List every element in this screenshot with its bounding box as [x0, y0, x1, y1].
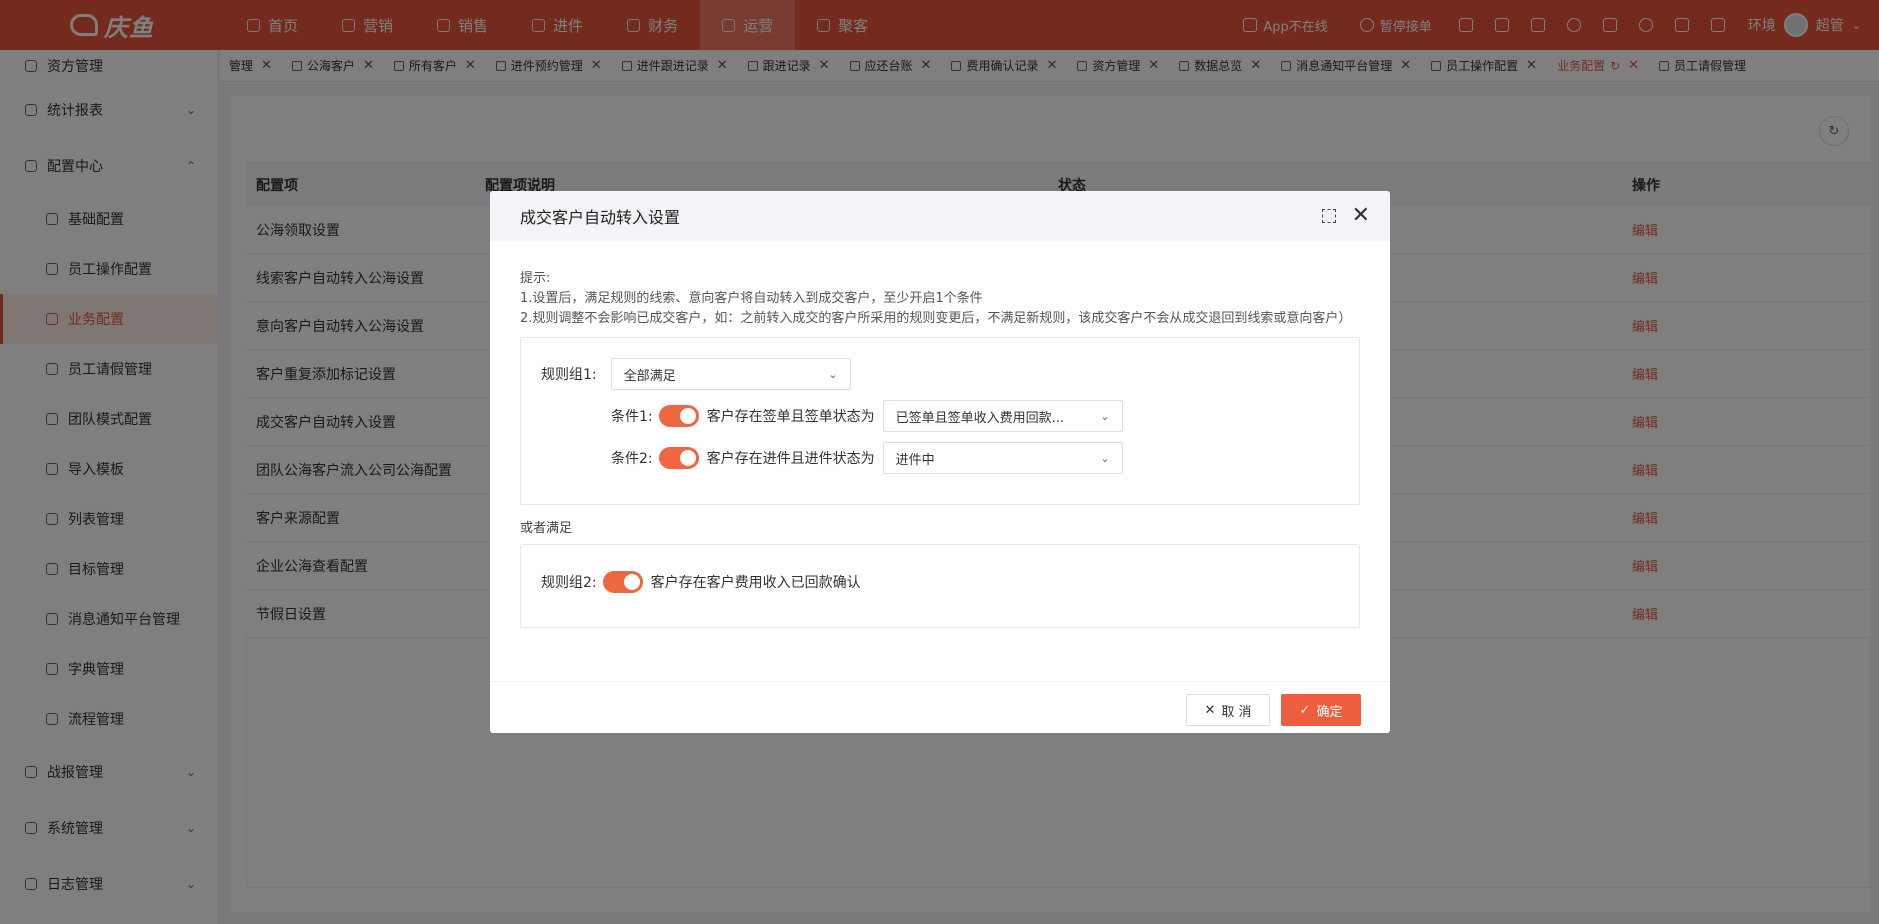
- confirm-button[interactable]: ✓ 确定: [1281, 694, 1361, 726]
- condition-2-toggle[interactable]: [658, 447, 699, 469]
- rule-group-1-row: 规则组1: 全部满足 ⌄: [541, 358, 851, 390]
- hint-block: 提示: 1.设置后，满足规则的线索、意向客户将自动转入到成交客户，至少开启1个条…: [520, 269, 1360, 329]
- close-icon: ✕: [1204, 702, 1216, 718]
- dialog-header: 成交客户自动转入设置 ✕: [490, 191, 1390, 241]
- chevron-down-icon: ⌄: [1100, 451, 1110, 465]
- dialog-title: 成交客户自动转入设置: [520, 208, 681, 227]
- hint-text: 1.设置后，满足规则的线索、意向客户将自动转入到成交客户，至少开启1个条件: [520, 291, 983, 306]
- condition-text: 客户存在进件且进件状态为: [706, 451, 875, 467]
- rule-group-2-row: 规则组2: 客户存在客户费用收入已回款确认: [541, 571, 861, 593]
- condition-1-toggle[interactable]: [658, 405, 699, 427]
- dialog-tools: ✕: [1321, 191, 1370, 241]
- condition-text: 客户存在签单且签单状态为: [706, 409, 875, 425]
- condition-label: 条件1:: [611, 409, 653, 425]
- application-status-select[interactable]: 进件中 ⌄: [882, 442, 1123, 474]
- rule-group-2: 规则组2: 客户存在客户费用收入已回款确认: [520, 544, 1360, 628]
- or-label: 或者满足: [520, 521, 573, 536]
- rule-group-1: 规则组1: 全部满足 ⌄ 条件1: 客户存在签单且签单状态为 已签单且签单收入费…: [520, 337, 1360, 505]
- chevron-down-icon: ⌄: [1100, 409, 1110, 423]
- select-value: 已签单且签单收入费用回款...: [895, 410, 1065, 426]
- condition-text: 客户存在客户费用收入已回款确认: [650, 575, 861, 591]
- condition-label: 条件2:: [611, 451, 653, 467]
- chevron-down-icon: ⌄: [828, 367, 838, 381]
- hint-title: 提示:: [520, 271, 551, 286]
- cancel-label: 取 消: [1221, 704, 1252, 720]
- fullscreen-icon[interactable]: [1321, 209, 1336, 223]
- dialog-footer: ✕ 取 消 ✓ 确定: [490, 681, 1390, 733]
- auto-transfer-dialog: 成交客户自动转入设置 ✕ 提示: 1.设置后，满足规则的线索、意向客户将自动转入…: [490, 191, 1390, 733]
- rule-group-label: 规则组1:: [541, 367, 597, 383]
- match-mode-select[interactable]: 全部满足 ⌄: [610, 358, 851, 390]
- close-icon[interactable]: ✕: [1352, 205, 1370, 227]
- cancel-button[interactable]: ✕ 取 消: [1186, 694, 1270, 726]
- rule-group-label: 规则组2:: [541, 575, 597, 591]
- check-icon: ✓: [1299, 702, 1311, 718]
- select-value: 进件中: [895, 452, 935, 468]
- confirm-label: 确定: [1316, 704, 1343, 720]
- sign-status-select[interactable]: 已签单且签单收入费用回款... ⌄: [882, 400, 1123, 432]
- rule-group-2-toggle[interactable]: [602, 571, 643, 593]
- dialog-body: 提示: 1.设置后，满足规则的线索、意向客户将自动转入到成交客户，至少开启1个条…: [490, 241, 1390, 628]
- hint-text: 2.规则调整不会影响已成交客户，如：之前转入成交的客户所采用的规则变更后，不满足…: [520, 311, 1352, 326]
- condition-2-row: 条件2: 客户存在进件且进件状态为 进件中 ⌄: [611, 442, 1123, 474]
- select-value: 全部满足: [623, 368, 676, 384]
- condition-1-row: 条件1: 客户存在签单且签单状态为 已签单且签单收入费用回款... ⌄: [611, 400, 1123, 432]
